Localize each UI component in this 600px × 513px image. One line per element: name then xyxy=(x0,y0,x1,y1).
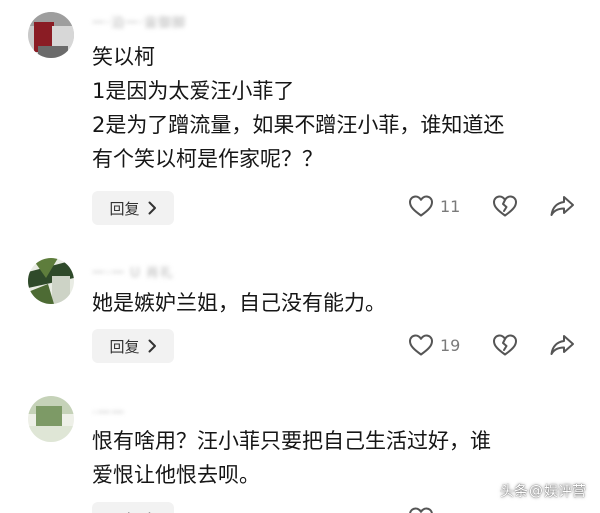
reply-label: 回复 xyxy=(109,337,140,356)
watermark: 头条 @ 娱评营 xyxy=(500,481,586,501)
chevron-right-icon xyxy=(148,201,156,215)
comment-text-line: 笑以柯 xyxy=(92,45,155,69)
broken-heart-icon[interactable] xyxy=(492,194,518,218)
reply-button[interactable]: 回复 xyxy=(92,191,174,225)
reply-label: 回复 xyxy=(109,509,139,513)
comment-list: 一·泊一·宙御脚 笑以柯 1是因为太爱汪小菲了 2是为了蹭流量，如果不蹭汪小菲，… xyxy=(0,0,600,513)
watermark-account: 娱评营 xyxy=(544,484,586,500)
watermark-source: 头条 xyxy=(500,484,528,500)
heart-icon[interactable] xyxy=(408,506,434,513)
broken-heart-icon[interactable] xyxy=(492,333,518,357)
comment-text-line: 有个笑以柯是作家呢？？ xyxy=(92,147,323,171)
comment-username[interactable]: 一·一 U 肖礼 xyxy=(92,262,174,281)
avatar-image xyxy=(28,258,74,304)
comment-actions: 11 xyxy=(408,194,575,218)
comment-actions xyxy=(408,506,462,513)
comment-text-line: 1是因为太爱汪小菲了 xyxy=(92,79,295,103)
chevron-right-icon xyxy=(148,339,156,353)
like-count: 19 xyxy=(440,335,461,355)
avatar[interactable] xyxy=(28,396,74,442)
share-arrow-icon[interactable] xyxy=(549,194,575,218)
comment-text: 笑以柯 1是因为太爱汪小菲了 2是为了蹭流量，如果不蹭汪小菲，谁知道还 有个笑以… xyxy=(92,40,572,176)
avatar[interactable] xyxy=(28,258,74,304)
reply-label: 回复 xyxy=(109,199,140,218)
like-count: 11 xyxy=(440,196,461,216)
share-arrow-icon[interactable] xyxy=(549,333,575,357)
heart-icon[interactable] xyxy=(408,194,434,218)
comment-actions: 19 xyxy=(408,333,575,357)
avatar-image xyxy=(28,396,74,442)
comment-username[interactable]: 一·泊一·宙御脚 xyxy=(92,12,186,31)
avatar[interactable] xyxy=(28,12,74,58)
comment-text-line: 2是为了蹭流量，如果不蹭汪小菲，谁知道还 xyxy=(92,113,505,137)
comment-username[interactable]: ·一一 xyxy=(92,402,125,421)
comment-text: 她是嫉妒兰姐，自己没有能力。 xyxy=(92,286,572,320)
watermark-at: @ xyxy=(529,483,543,499)
heart-icon[interactable] xyxy=(408,333,434,357)
comment-text-line: 恨有啥用？汪小菲只要把自己生活过好，谁 xyxy=(92,429,491,453)
comment-text-line: 她是嫉妒兰姐，自己没有能力。 xyxy=(92,291,386,315)
avatar-image xyxy=(28,12,74,58)
reply-button[interactable]: 回复 xyxy=(92,329,174,363)
reply-button[interactable]: 回复 xyxy=(92,502,174,513)
